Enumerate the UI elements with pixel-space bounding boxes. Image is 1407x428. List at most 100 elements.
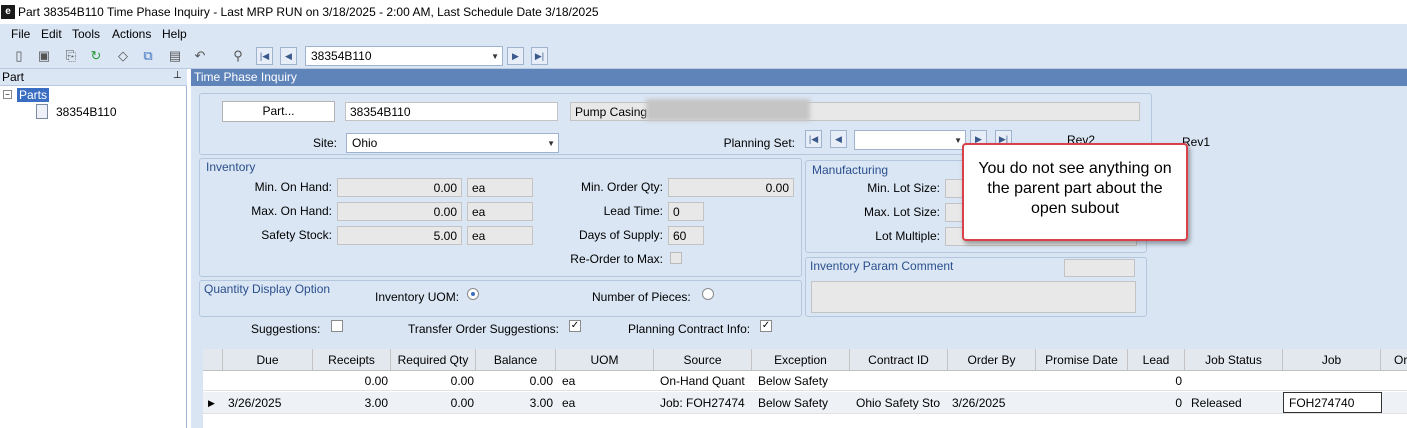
- lead-time-field: 0: [668, 202, 704, 221]
- menu-edit[interactable]: Edit: [41, 27, 62, 41]
- clear-icon[interactable]: ◇: [114, 47, 132, 65]
- chevron-down-icon: ▼: [954, 136, 962, 145]
- reorder-to-max-checkbox[interactable]: [670, 252, 682, 264]
- reorder-to-max-label: Re-Order to Max:: [570, 252, 663, 266]
- col-exception[interactable]: Exception: [752, 349, 850, 371]
- col-order-by[interactable]: Order By: [948, 349, 1036, 371]
- col-balance[interactable]: Balance: [476, 349, 556, 371]
- cell-order-by: 3/26/2025: [952, 396, 1006, 410]
- col-uom[interactable]: UOM: [556, 349, 654, 371]
- safety-stock-label: Safety Stock:: [261, 228, 332, 242]
- comment-extra-field: [1064, 259, 1135, 277]
- panel-header: Time Phase Inquiry: [191, 69, 1407, 86]
- cell-contract-id: Ohio Safety Sto: [856, 396, 941, 410]
- min-order-qty-label: Min. Order Qty:: [580, 180, 663, 194]
- min-on-hand-uom: ea: [467, 178, 533, 197]
- comment-field[interactable]: [811, 281, 1136, 313]
- next-record-icon[interactable]: ▶: [507, 47, 524, 65]
- cell-due: 3/26/2025: [228, 396, 282, 410]
- col-due[interactable]: Due: [223, 349, 313, 371]
- col-required-qty[interactable]: Required Qty: [391, 349, 476, 371]
- suggestions-checkbox[interactable]: [331, 320, 343, 332]
- col-order[interactable]: Or: [1381, 349, 1407, 371]
- days-of-supply-field: 60: [668, 226, 704, 245]
- toolbar: [0, 44, 1407, 69]
- chevron-down-icon: ▼: [547, 139, 555, 148]
- planning-set-select[interactable]: ▼: [854, 130, 966, 150]
- last-record-icon[interactable]: ▶|: [531, 47, 548, 65]
- undo-icon[interactable]: ↶: [191, 47, 209, 65]
- save-icon[interactable]: ▣: [35, 47, 53, 65]
- part-selector[interactable]: 38354B110 ▼: [305, 46, 503, 66]
- inventory-uom-radio[interactable]: [467, 288, 479, 300]
- min-lot-label: Min. Lot Size:: [867, 181, 940, 195]
- days-of-supply-label: Days of Supply:: [578, 228, 663, 242]
- prev-record-icon[interactable]: ◀: [280, 47, 297, 65]
- app-icon: e: [1, 5, 15, 19]
- cell-required-qty: 0.00: [450, 374, 474, 388]
- cell-source: On-Hand Quant: [660, 374, 745, 388]
- cell-required-qty: 0.00: [450, 396, 474, 410]
- planning-checkbox[interactable]: ✓: [760, 320, 772, 332]
- min-on-hand-label: Min. On Hand:: [254, 180, 332, 194]
- menu-file[interactable]: File: [11, 27, 30, 41]
- min-order-qty-field: 0.00: [668, 178, 794, 197]
- redacted-area: [646, 99, 810, 121]
- tree-node-part[interactable]: 38354B110: [56, 105, 117, 119]
- attach-icon[interactable]: ⎘: [62, 47, 80, 65]
- site-label: Site:: [312, 136, 337, 150]
- copy-icon[interactable]: ⧉: [139, 47, 157, 65]
- qty-display-title: Quantity Display Option: [204, 282, 331, 296]
- cell-job-status: Released: [1191, 396, 1242, 410]
- col-job-status[interactable]: Job Status: [1185, 349, 1283, 371]
- current-row-icon: ▶: [208, 398, 215, 408]
- menu-help[interactable]: Help: [162, 27, 187, 41]
- first-plan-icon[interactable]: |◀: [805, 130, 822, 148]
- part-icon: [36, 104, 48, 119]
- col-promise-date[interactable]: Promise Date: [1036, 349, 1128, 371]
- comment-title: Inventory Param Comment: [810, 259, 954, 273]
- max-on-hand-field: 0.00: [337, 202, 462, 221]
- col-source[interactable]: Source: [654, 349, 752, 371]
- max-on-hand-uom: ea: [467, 202, 533, 221]
- cell-receipts: 3.00: [364, 396, 388, 410]
- col-contract-id[interactable]: Contract ID: [850, 349, 948, 371]
- cell-uom: ea: [562, 374, 576, 388]
- menu-actions[interactable]: Actions: [112, 27, 151, 41]
- cell-job[interactable]: FOH274740: [1283, 392, 1382, 413]
- refresh-icon[interactable]: ↻: [87, 47, 105, 65]
- transfer-label: Transfer Order Suggestions:: [408, 322, 559, 336]
- prev-plan-icon[interactable]: ◀: [830, 130, 847, 148]
- cell-balance: 0.00: [529, 374, 553, 388]
- pieces-radio[interactable]: [702, 288, 714, 300]
- tree-node-parts[interactable]: Parts: [17, 88, 50, 102]
- col-receipts[interactable]: Receipts: [313, 349, 391, 371]
- lot-multiple-label: Lot Multiple:: [875, 229, 940, 243]
- col-job[interactable]: Job: [1283, 349, 1381, 371]
- suggestions-label: Suggestions:: [251, 322, 321, 336]
- cell-uom: ea: [562, 396, 576, 410]
- first-record-icon[interactable]: |◀: [256, 47, 273, 65]
- max-lot-label: Max. Lot Size:: [863, 205, 940, 219]
- window-title: Part 38354B110 Time Phase Inquiry - Last…: [18, 5, 599, 19]
- tree-panel-header: Part: [0, 69, 187, 86]
- inventory-title: Inventory: [206, 160, 256, 174]
- menu-tools[interactable]: Tools: [72, 27, 100, 41]
- cell-exception: Below Safety: [758, 396, 829, 410]
- annotation-callout: You do not see anything on the parent pa…: [962, 143, 1188, 241]
- cell-exception: Below Safety: [758, 374, 829, 388]
- collapse-icon[interactable]: −: [3, 90, 12, 99]
- paste-icon[interactable]: ▤: [166, 47, 184, 65]
- part-number-field[interactable]: 38354B110: [345, 102, 558, 121]
- new-icon[interactable]: ▯: [10, 47, 28, 65]
- search-icon[interactable]: ⚲: [229, 47, 247, 65]
- transfer-checkbox[interactable]: ✓: [569, 320, 581, 332]
- safety-stock-uom: ea: [467, 226, 533, 245]
- chevron-down-icon: ▼: [491, 52, 499, 61]
- planning-label: Planning Contract Info:: [628, 322, 751, 336]
- site-select[interactable]: Ohio ▼: [346, 133, 559, 153]
- pin-icon[interactable]: ⊥: [173, 70, 182, 81]
- cell-receipts: 0.00: [364, 374, 388, 388]
- part-button[interactable]: Part...: [222, 101, 335, 122]
- col-lead[interactable]: Lead: [1128, 349, 1185, 371]
